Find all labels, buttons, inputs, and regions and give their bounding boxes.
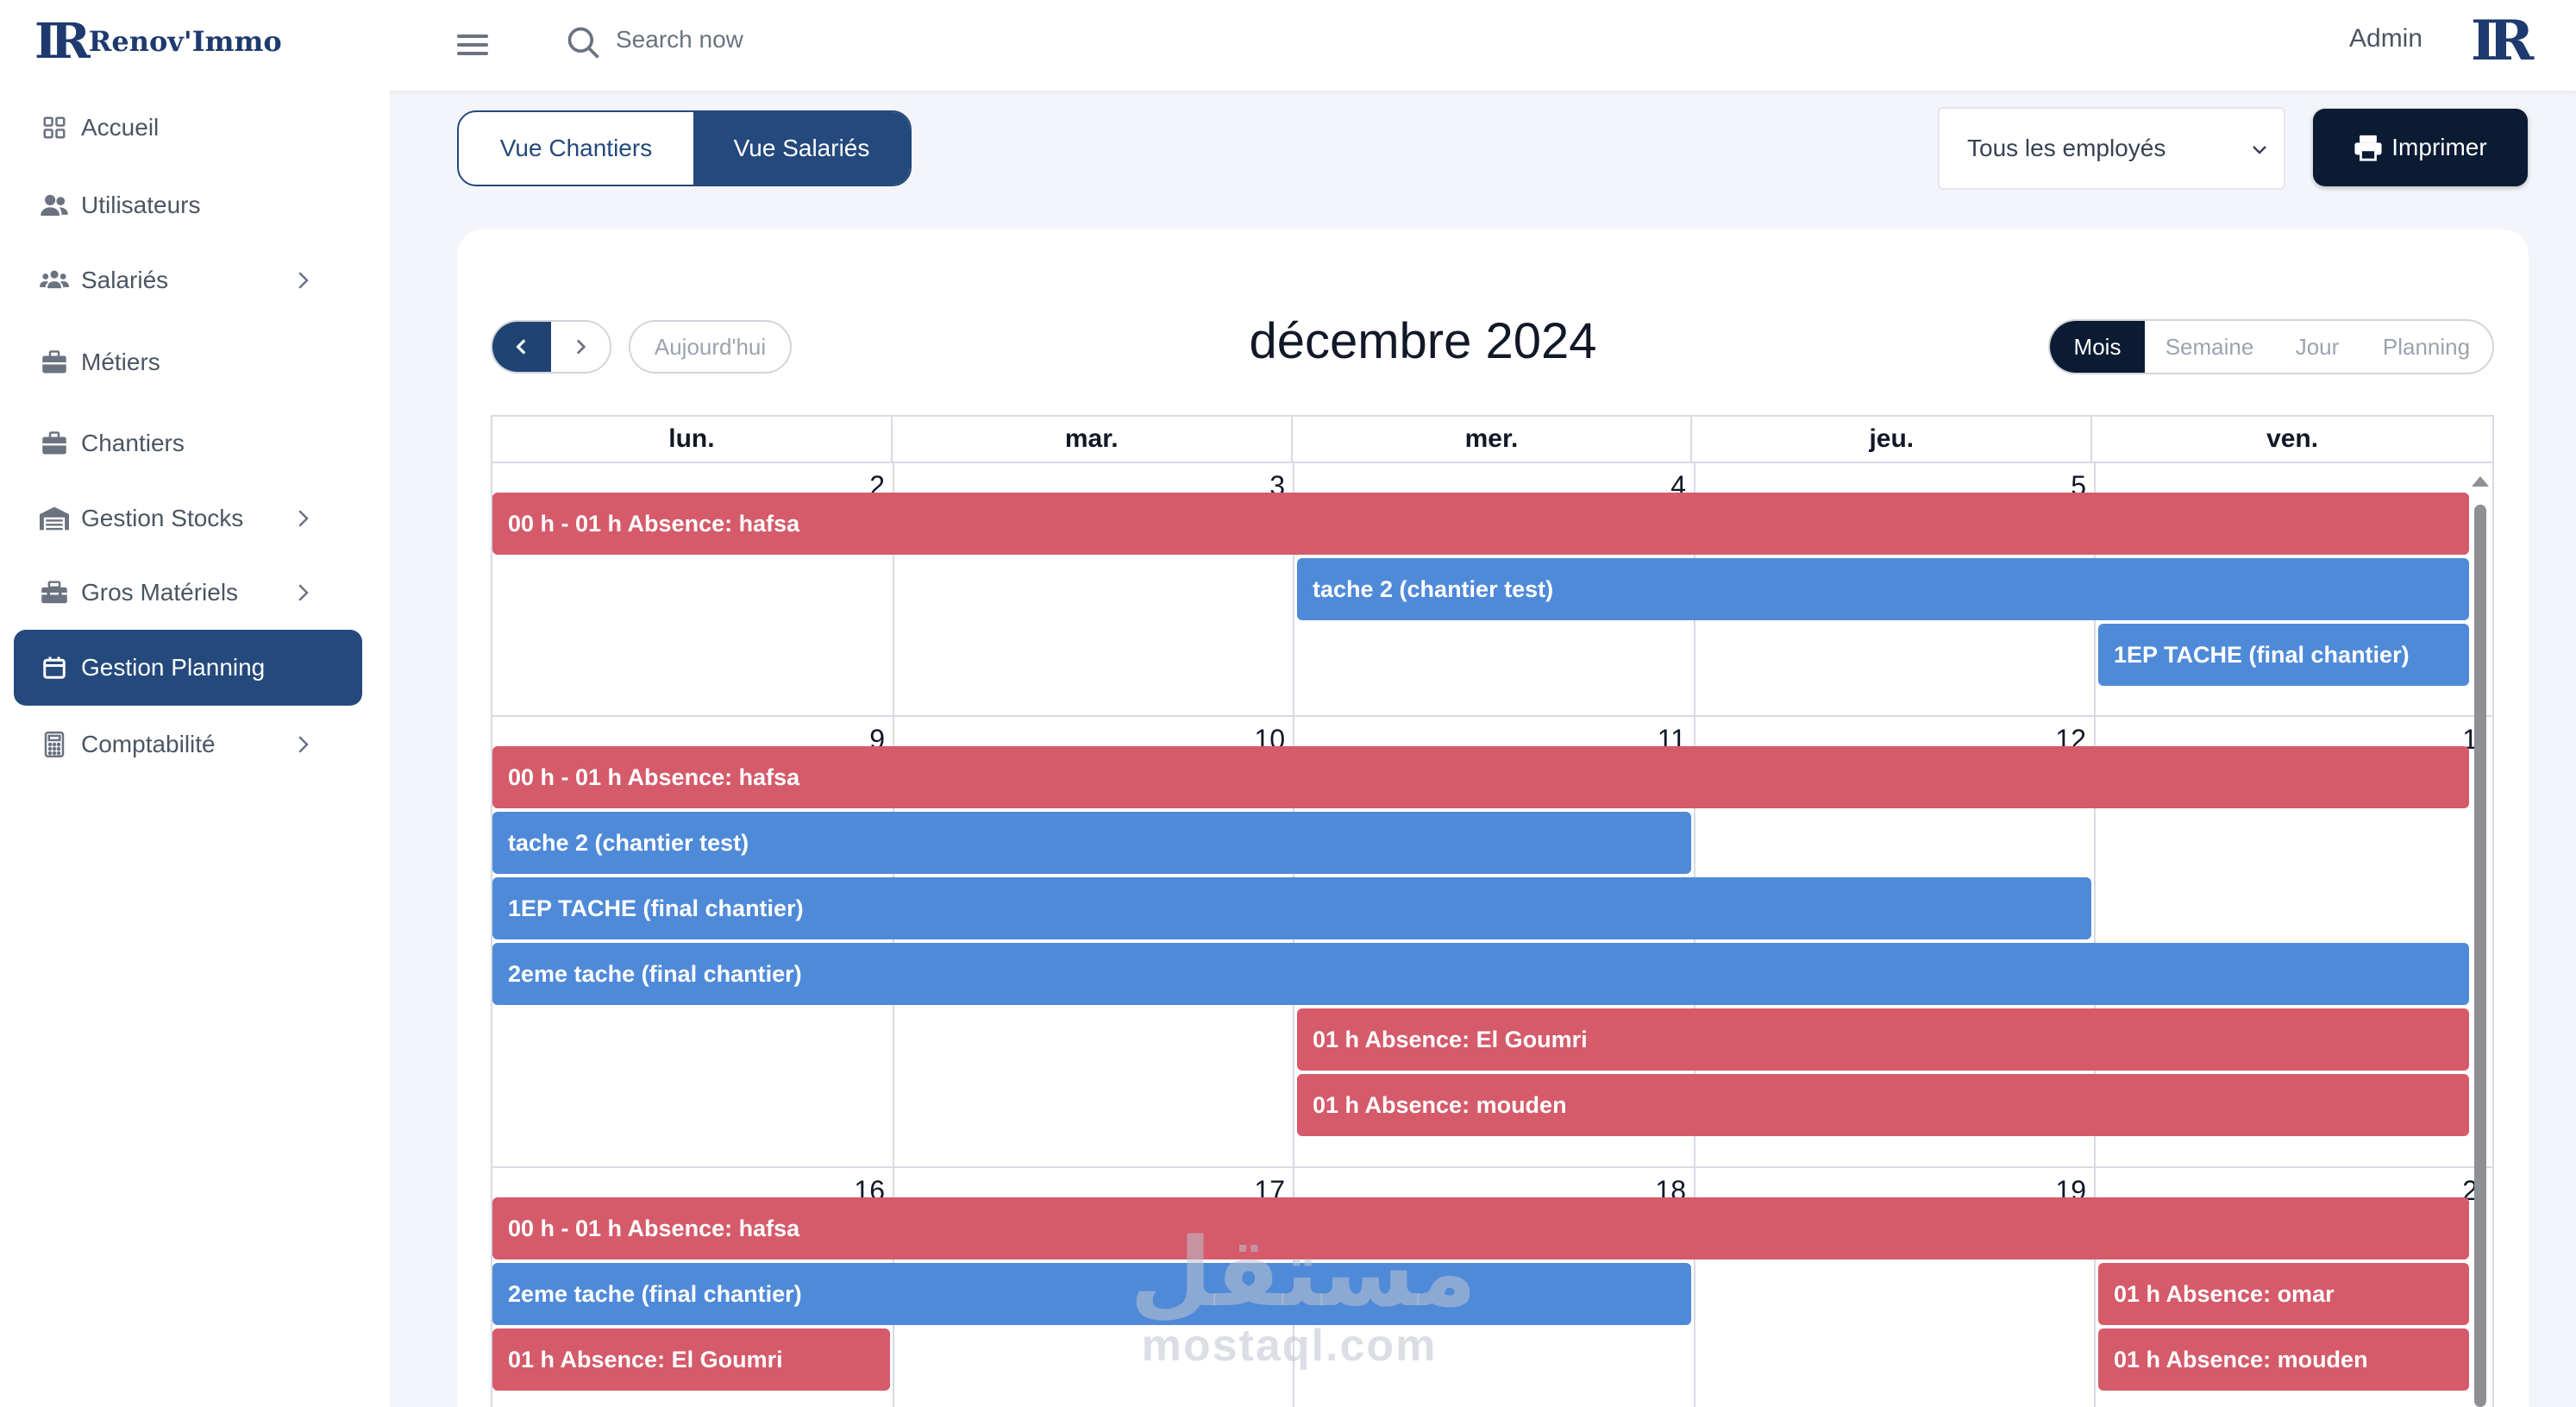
search-icon[interactable] (565, 24, 603, 62)
mode-jour[interactable]: Jour (2274, 321, 2360, 373)
absence-event[interactable]: 01 h Absence: mouden (1297, 1074, 2469, 1136)
sidebar-item-label: Gros Matériels (81, 579, 239, 606)
mode-mois[interactable]: Mois (2050, 321, 2145, 373)
sidebar-item-label: Gestion Stocks (81, 505, 244, 531)
printer-icon (2354, 135, 2382, 161)
print-button[interactable]: Imprimer (2313, 109, 2528, 186)
watermark: مستقل mostaql.com (1130, 1217, 1477, 1372)
grid-icon (40, 113, 69, 142)
prev-month-button[interactable] (492, 322, 551, 372)
sidebar-item-label: Accueil (81, 114, 160, 141)
task-event[interactable]: 2eme tache (final chantier) (492, 943, 2469, 1005)
sidebar-item-label: Salariés (81, 267, 169, 293)
month-grid: 2 3 4 5 00 h - 01 h Absence: hafsa tache 2 (c… (491, 463, 2494, 1407)
task-event[interactable]: tache 2 (chantier test) (492, 812, 1691, 874)
chevron-left-icon (516, 339, 526, 355)
weekday-label: jeu. (1692, 417, 2093, 462)
sidebar-item-label: Métiers (81, 349, 160, 375)
watermark-arabic: مستقل (1130, 1217, 1477, 1328)
logo-mark: IR (34, 13, 91, 70)
task-event[interactable]: 2eme tache (final chantier) (492, 1263, 1691, 1325)
vue-salaries-button[interactable]: Vue Salariés (693, 112, 910, 185)
sidebar-item-gros-materiels[interactable]: Gros Matériels (14, 556, 362, 630)
view-mode-group: Mois Semaine Jour Planning (2048, 319, 2494, 374)
chevron-right-icon (298, 736, 309, 753)
sidebar-item-chantiers[interactable]: Chantiers (14, 406, 362, 481)
weekday-label: lun. (492, 417, 893, 462)
chevron-right-icon (298, 272, 309, 289)
users-icon (40, 191, 69, 220)
absence-event[interactable]: 00 h - 01 h Absence: hafsa (492, 746, 2469, 808)
week-divider (492, 715, 2492, 717)
calculator-icon (40, 730, 69, 759)
sidebar-item-accueil[interactable]: Accueil (14, 91, 362, 165)
sidebar-item-utilisateurs[interactable]: Utilisateurs (14, 168, 362, 242)
chevron-right-icon (298, 584, 309, 601)
next-month-button[interactable] (551, 322, 610, 372)
sidebar-item-label: Comptabilité (81, 731, 216, 757)
calendar-nav (491, 320, 611, 374)
user-avatar[interactable]: IR (2471, 9, 2534, 73)
today-button[interactable]: Aujourd'hui (629, 320, 792, 374)
mode-planning[interactable]: Planning (2360, 321, 2492, 373)
sidebar-item-gestion-stocks[interactable]: Gestion Stocks (14, 481, 362, 556)
user-name[interactable]: Admin (2349, 24, 2422, 53)
print-label: Imprimer (2391, 134, 2487, 160)
absence-event[interactable]: 01 h Absence: El Goumri (1297, 1008, 2469, 1071)
sidebar: Accueil Utilisateurs Salariés Métiers Ch… (0, 91, 390, 1407)
sidebar-item-label: Chantiers (81, 430, 185, 456)
absence-event[interactable]: 00 h - 01 h Absence: hafsa (492, 493, 2469, 555)
warehouse-icon (40, 504, 69, 533)
weekday-label: mer. (1293, 417, 1693, 462)
briefcase-icon (40, 429, 69, 458)
briefcase-icon (40, 348, 69, 377)
user-group-icon (40, 266, 69, 295)
scroll-up-arrow[interactable] (2472, 476, 2489, 487)
weekday-header: lun. mar. mer. jeu. ven. (491, 415, 2494, 463)
top-bar: IR Renov'Immo Admin IR (0, 0, 2576, 91)
mode-semaine[interactable]: Semaine (2145, 321, 2274, 373)
chevron-down-icon (2253, 146, 2266, 154)
view-toggle: Vue Chantiers Vue Salariés (457, 110, 912, 186)
sidebar-item-label: Gestion Planning (81, 654, 266, 681)
absence-event[interactable]: 01 h Absence: omar (2098, 1263, 2469, 1325)
task-event[interactable]: tache 2 (chantier test) (1297, 558, 2469, 620)
week-divider (492, 1166, 2492, 1168)
sidebar-item-comptabilite[interactable]: Comptabilité (14, 707, 362, 782)
absence-event[interactable]: 00 h - 01 h Absence: hafsa (492, 1197, 2469, 1259)
app-name: Renov'Immo (88, 25, 282, 58)
task-event[interactable]: 1EP TACHE (final chantier) (492, 877, 2091, 939)
scrollbar-thumb[interactable] (2474, 505, 2486, 1407)
absence-event[interactable]: 01 h Absence: mouden (2098, 1328, 2469, 1391)
app-logo[interactable]: IR Renov'Immo (34, 17, 282, 66)
task-event[interactable]: 1EP TACHE (final chantier) (2098, 624, 2469, 686)
employee-select[interactable]: Tous les employés (1938, 107, 2285, 190)
chevron-right-icon (298, 510, 309, 527)
sidebar-item-label: Utilisateurs (81, 192, 201, 218)
calendar-icon (40, 653, 69, 682)
calendar-title: décembre 2024 (1249, 313, 1597, 369)
sidebar-item-gestion-planning[interactable]: Gestion Planning (14, 630, 362, 706)
search-input[interactable] (616, 22, 1047, 57)
sidebar-item-salaries[interactable]: Salariés (14, 243, 362, 317)
weekday-label: ven. (2266, 424, 2319, 453)
watermark-latin: mostaql.com (1141, 1321, 1438, 1371)
weekday-label: mar. (893, 417, 1293, 462)
menu-toggle-icon[interactable] (455, 29, 490, 60)
vue-chantiers-button[interactable]: Vue Chantiers (459, 112, 693, 185)
employee-select-value: Tous les employés (1967, 135, 2166, 161)
absence-event[interactable]: 01 h Absence: El Goumri (492, 1328, 890, 1391)
chevron-right-icon (576, 339, 586, 355)
toolbox-icon (40, 578, 69, 607)
sidebar-item-metiers[interactable]: Métiers (14, 325, 362, 399)
